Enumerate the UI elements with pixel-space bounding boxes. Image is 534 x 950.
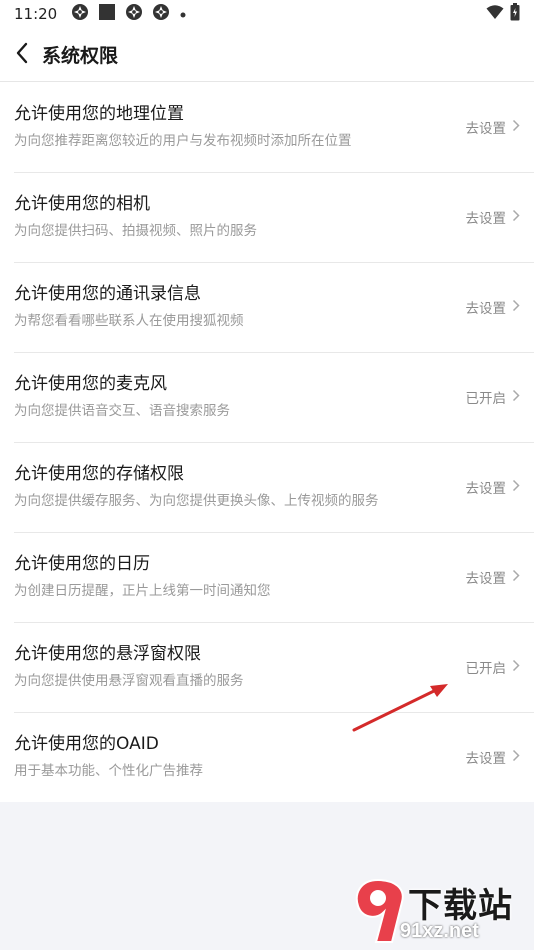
chevron-right-icon: [512, 209, 520, 226]
permission-action[interactable]: 已开启: [466, 387, 521, 407]
chevron-right-icon: [512, 299, 520, 316]
chevron-right-icon: [512, 749, 520, 766]
status-bar: 11:20: [0, 0, 534, 28]
app-icon: [152, 3, 170, 25]
permission-title: 允许使用您的麦克风: [14, 374, 167, 394]
status-time: 11:20: [14, 5, 58, 23]
chevron-right-icon: [512, 659, 520, 676]
permission-action-label: 去设置: [465, 571, 507, 587]
permission-desc: 为向您提供使用悬浮窗观看直播的服务: [14, 673, 244, 689]
permission-action-label: 已开启: [465, 391, 507, 407]
permission-action[interactable]: 去设置: [466, 567, 521, 587]
chevron-right-icon: [512, 389, 520, 406]
permission-row-location[interactable]: 允许使用您的地理位置 为向您推荐距离您较近的用户与发布视频时添加所在位置 去设置: [0, 82, 534, 172]
permission-title: 允许使用您的OAID: [14, 734, 159, 754]
permission-action[interactable]: 去设置: [466, 747, 521, 767]
permission-desc: 用于基本功能、个性化广告推荐: [14, 763, 203, 779]
permission-desc: 为向您提供语音交互、语音搜索服务: [14, 403, 230, 419]
chevron-right-icon: [512, 569, 520, 586]
permission-title: 允许使用您的通讯录信息: [14, 284, 201, 304]
permission-desc: 为向您提供扫码、拍摄视频、照片的服务: [14, 223, 257, 239]
permission-desc: 为创建日历提醒，正片上线第一时间通知您: [14, 583, 271, 599]
permission-row-microphone[interactable]: 允许使用您的麦克风 为向您提供语音交互、语音搜索服务 已开启: [0, 352, 534, 442]
permission-desc: 为帮您看看哪些联系人在使用搜狐视频: [14, 313, 244, 329]
permission-desc: 为向您提供缓存服务、为向您提供更换头像、上传视频的服务: [14, 493, 379, 509]
permission-row-oaid[interactable]: 允许使用您的OAID 用于基本功能、个性化广告推荐 去设置: [0, 712, 534, 802]
permission-row-camera[interactable]: 允许使用您的相机 为向您提供扫码、拍摄视频、照片的服务 去设置: [0, 172, 534, 262]
permission-action-label: 去设置: [465, 751, 507, 767]
status-icons: [71, 3, 187, 25]
permission-action-label: 去设置: [465, 121, 507, 137]
permission-action[interactable]: 去设置: [466, 297, 521, 317]
battery-icon: [510, 3, 520, 25]
chevron-right-icon: [512, 479, 520, 496]
permission-desc: 为向您推荐距离您较近的用户与发布视频时添加所在位置: [14, 133, 352, 149]
permission-title: 允许使用您的存储权限: [14, 464, 184, 484]
page-title: 系统权限: [42, 45, 119, 67]
permission-title: 允许使用您的地理位置: [14, 104, 184, 124]
permission-row-storage[interactable]: 允许使用您的存储权限 为向您提供缓存服务、为向您提供更换头像、上传视频的服务 去…: [0, 442, 534, 532]
app-icon: [71, 3, 89, 25]
status-right: [486, 3, 520, 25]
watermark: 下载站 91xz.net: [350, 876, 530, 948]
permission-action[interactable]: 去设置: [466, 117, 521, 137]
top-bar: 系统权限: [0, 28, 534, 82]
stop-icon: [98, 3, 116, 25]
permission-row-floating-window[interactable]: 允许使用您的悬浮窗权限 为向您提供使用悬浮窗观看直播的服务 已开启: [0, 622, 534, 712]
permission-row-calendar[interactable]: 允许使用您的日历 为创建日历提醒，正片上线第一时间通知您 去设置: [0, 532, 534, 622]
permission-list: 允许使用您的地理位置 为向您推荐距离您较近的用户与发布视频时添加所在位置 去设置…: [0, 82, 534, 802]
permission-row-contacts[interactable]: 允许使用您的通讯录信息 为帮您看看哪些联系人在使用搜狐视频 去设置: [0, 262, 534, 352]
permission-action[interactable]: 已开启: [466, 657, 521, 677]
permission-title: 允许使用您的相机: [14, 194, 150, 214]
permission-action-label: 去设置: [465, 211, 507, 227]
app-icon: [125, 3, 143, 25]
chevron-right-icon: [512, 119, 520, 136]
permission-action[interactable]: 去设置: [466, 207, 521, 227]
permission-action-label: 已开启: [465, 661, 507, 677]
permission-title: 允许使用您的日历: [14, 554, 150, 574]
wifi-icon: [486, 4, 504, 24]
chevron-left-icon: [15, 42, 29, 68]
permission-title: 允许使用您的悬浮窗权限: [14, 644, 201, 664]
permission-action[interactable]: 去设置: [466, 477, 521, 497]
dot-icon: [179, 5, 187, 23]
permission-action-label: 去设置: [465, 481, 507, 497]
watermark-url: 91xz.net: [400, 920, 479, 942]
permission-action-label: 去设置: [465, 301, 507, 317]
back-button[interactable]: [2, 28, 42, 82]
